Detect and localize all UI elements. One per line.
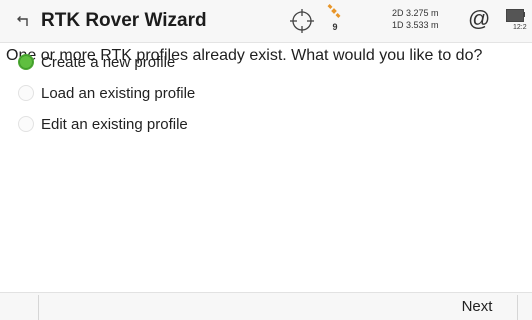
button-bar: Next <box>0 292 532 320</box>
precision-2d: 2D 3.275 m <box>392 8 439 18</box>
radio-load-profile[interactable] <box>18 85 34 101</box>
option-label-load: Load an existing profile <box>41 84 196 102</box>
battery-tip <box>523 12 525 17</box>
satellite-icon[interactable] <box>327 4 341 18</box>
option-label-create: Create a new profile <box>41 53 176 71</box>
footer-divider <box>38 295 39 320</box>
back-button[interactable] <box>12 11 32 31</box>
option-label-edit: Edit an existing profile <box>41 115 188 133</box>
clock: 12:2 <box>513 24 527 31</box>
battery-icon[interactable] <box>506 9 524 22</box>
radio-edit-profile[interactable] <box>18 116 34 132</box>
radio-create-profile[interactable] <box>18 54 34 70</box>
precision-readout[interactable]: 2D 3.275 m 1D 3.533 m <box>392 7 439 31</box>
title-bar: RTK Rover Wizard 9 2D 3.275 m 1D 3.533 m… <box>0 0 532 43</box>
option-load-profile[interactable]: Load an existing profile <box>18 81 195 105</box>
gnss-target-icon[interactable] <box>289 8 315 34</box>
precision-1d: 1D 3.533 m <box>392 20 439 30</box>
next-button[interactable]: Next <box>454 293 500 320</box>
option-edit-profile[interactable]: Edit an existing profile <box>18 112 188 136</box>
back-arrow-icon <box>17 16 28 26</box>
page-title: RTK Rover Wizard <box>41 10 207 31</box>
at-icon[interactable]: @ <box>468 6 490 32</box>
option-create-profile[interactable]: Create a new profile <box>18 50 175 74</box>
satellite-count: 9 <box>332 22 338 32</box>
footer-divider <box>517 295 518 320</box>
